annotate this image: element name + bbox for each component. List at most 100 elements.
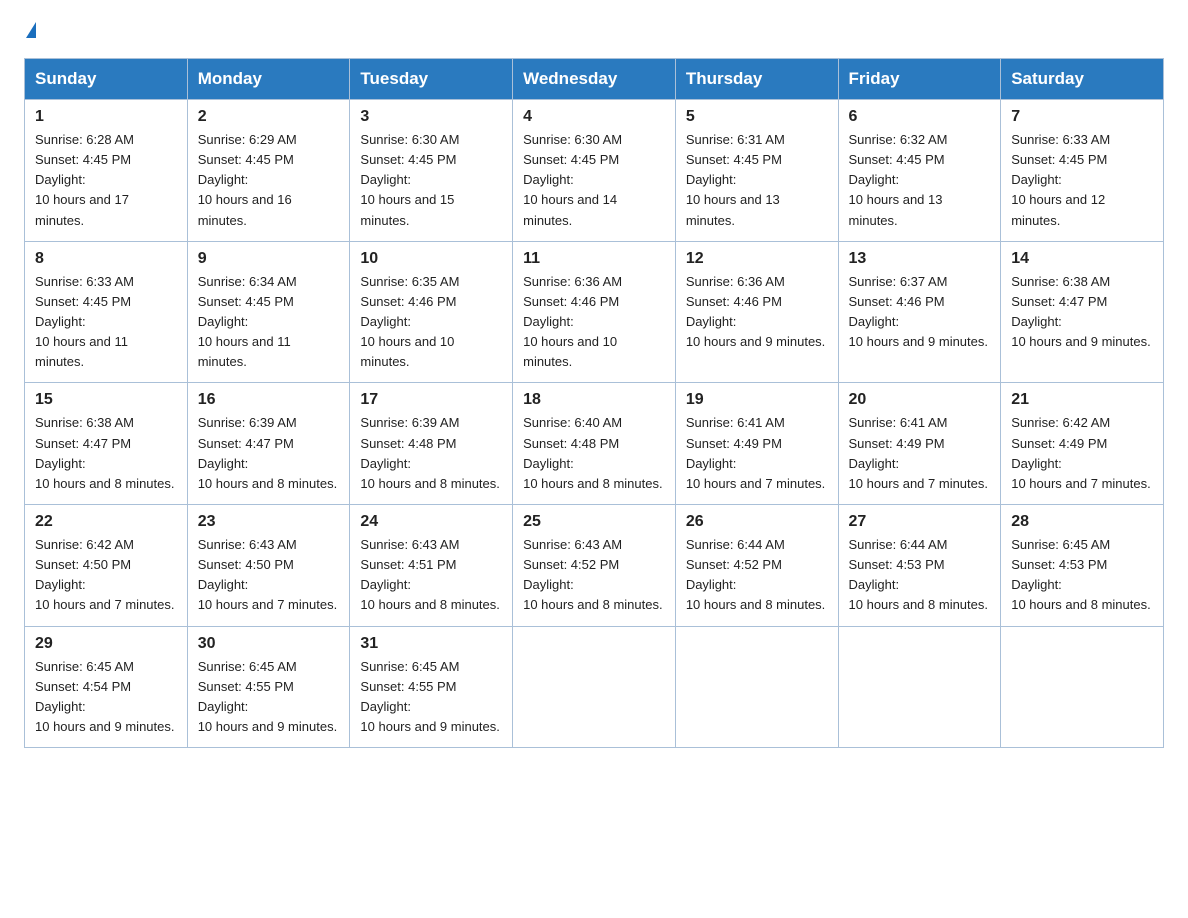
day-info: Sunrise: 6:36 AMSunset: 4:46 PMDaylight:… [523,272,665,373]
day-info: Sunrise: 6:42 AMSunset: 4:50 PMDaylight:… [35,535,177,616]
calendar-cell: 9 Sunrise: 6:34 AMSunset: 4:45 PMDaylight… [187,241,350,383]
calendar-cell: 29Sunrise: 6:45 AMSunset: 4:54 PMDayligh… [25,626,188,748]
weekday-tuesday: Tuesday [350,59,513,100]
day-number: 14 [1011,250,1153,268]
day-info: Sunrise: 6:32 AMSunset: 4:45 PMDaylight:… [849,130,991,231]
calendar-table: SundayMondayTuesdayWednesdayThursdayFrid… [24,58,1164,748]
day-number: 26 [686,513,828,531]
day-info: Sunrise: 6:38 AMSunset: 4:47 PMDaylight:… [1011,272,1153,353]
calendar-cell: 24 Sunrise: 6:43 AMSunset: 4:51 PMDayligh… [350,504,513,626]
day-number: 11 [523,250,665,268]
day-info: Sunrise: 6:39 AMSunset: 4:48 PMDaylight:… [360,413,502,494]
day-info: Sunrise: 6:29 AMSunset: 4:45 PMDaylight:… [198,130,340,231]
week-row-5: 29Sunrise: 6:45 AMSunset: 4:54 PMDayligh… [25,626,1164,748]
day-info: Sunrise: 6:45 AMSunset: 4:54 PMDaylight:… [35,657,177,738]
day-info: Sunrise: 6:33 AMSunset: 4:45 PMDaylight:… [1011,130,1153,231]
day-number: 2 [198,108,340,126]
calendar-cell: 1 Sunrise: 6:28 AMSunset: 4:45 PMDaylight… [25,100,188,242]
week-row-3: 15 Sunrise: 6:38 AMSunset: 4:47 PMDayligh… [25,383,1164,505]
day-number: 17 [360,391,502,409]
day-number: 1 [35,108,177,126]
weekday-friday: Friday [838,59,1001,100]
day-info: Sunrise: 6:28 AMSunset: 4:45 PMDaylight:… [35,130,177,231]
day-number: 3 [360,108,502,126]
day-info: Sunrise: 6:45 AMSunset: 4:55 PMDaylight:… [198,657,340,738]
calendar-cell: 4 Sunrise: 6:30 AMSunset: 4:45 PMDaylight… [513,100,676,242]
calendar-cell: 23Sunrise: 6:43 AMSunset: 4:50 PMDayligh… [187,504,350,626]
day-info: Sunrise: 6:30 AMSunset: 4:45 PMDaylight:… [360,130,502,231]
day-info: Sunrise: 6:44 AMSunset: 4:53 PMDaylight:… [849,535,991,616]
day-number: 23 [198,513,340,531]
calendar-cell: 21 Sunrise: 6:42 AMSunset: 4:49 PMDayligh… [1001,383,1164,505]
weekday-thursday: Thursday [675,59,838,100]
calendar-cell: 25 Sunrise: 6:43 AMSunset: 4:52 PMDayligh… [513,504,676,626]
day-number: 18 [523,391,665,409]
weekday-header-row: SundayMondayTuesdayWednesdayThursdayFrid… [25,59,1164,100]
logo [24,24,36,40]
day-info: Sunrise: 6:33 AMSunset: 4:45 PMDaylight:… [35,272,177,373]
calendar-cell [1001,626,1164,748]
calendar-cell: 11 Sunrise: 6:36 AMSunset: 4:46 PMDayligh… [513,241,676,383]
day-number: 13 [849,250,991,268]
week-row-1: 1 Sunrise: 6:28 AMSunset: 4:45 PMDaylight… [25,100,1164,242]
calendar-cell: 16 Sunrise: 6:39 AMSunset: 4:47 PMDayligh… [187,383,350,505]
day-info: Sunrise: 6:34 AMSunset: 4:45 PMDaylight:… [198,272,340,373]
day-info: Sunrise: 6:42 AMSunset: 4:49 PMDaylight:… [1011,413,1153,494]
weekday-monday: Monday [187,59,350,100]
day-number: 5 [686,108,828,126]
calendar-cell: 22 Sunrise: 6:42 AMSunset: 4:50 PMDayligh… [25,504,188,626]
day-info: Sunrise: 6:35 AMSunset: 4:46 PMDaylight:… [360,272,502,373]
weekday-wednesday: Wednesday [513,59,676,100]
day-info: Sunrise: 6:40 AMSunset: 4:48 PMDaylight:… [523,413,665,494]
calendar-cell: 2 Sunrise: 6:29 AMSunset: 4:45 PMDaylight… [187,100,350,242]
day-number: 16 [198,391,340,409]
day-number: 15 [35,391,177,409]
calendar-cell: 3 Sunrise: 6:30 AMSunset: 4:45 PMDaylight… [350,100,513,242]
day-number: 25 [523,513,665,531]
day-number: 28 [1011,513,1153,531]
day-info: Sunrise: 6:44 AMSunset: 4:52 PMDaylight:… [686,535,828,616]
calendar-cell: 26 Sunrise: 6:44 AMSunset: 4:52 PMDayligh… [675,504,838,626]
calendar-cell: 19Sunrise: 6:41 AMSunset: 4:49 PMDayligh… [675,383,838,505]
day-number: 31 [360,635,502,653]
day-info: Sunrise: 6:38 AMSunset: 4:47 PMDaylight:… [35,413,177,494]
day-number: 4 [523,108,665,126]
day-number: 12 [686,250,828,268]
calendar-cell: 14 Sunrise: 6:38 AMSunset: 4:47 PMDayligh… [1001,241,1164,383]
calendar-cell: 7Sunrise: 6:33 AMSunset: 4:45 PMDaylight… [1001,100,1164,242]
day-info: Sunrise: 6:30 AMSunset: 4:45 PMDaylight:… [523,130,665,231]
day-info: Sunrise: 6:43 AMSunset: 4:52 PMDaylight:… [523,535,665,616]
day-info: Sunrise: 6:45 AMSunset: 4:55 PMDaylight:… [360,657,502,738]
calendar-cell: 15 Sunrise: 6:38 AMSunset: 4:47 PMDayligh… [25,383,188,505]
calendar-cell: 27Sunrise: 6:44 AMSunset: 4:53 PMDayligh… [838,504,1001,626]
calendar-cell [513,626,676,748]
calendar-cell: 10Sunrise: 6:35 AMSunset: 4:46 PMDayligh… [350,241,513,383]
day-info: Sunrise: 6:36 AMSunset: 4:46 PMDaylight:… [686,272,828,353]
day-number: 22 [35,513,177,531]
weekday-sunday: Sunday [25,59,188,100]
week-row-2: 8 Sunrise: 6:33 AMSunset: 4:45 PMDaylight… [25,241,1164,383]
day-number: 9 [198,250,340,268]
weekday-saturday: Saturday [1001,59,1164,100]
calendar-cell: 18 Sunrise: 6:40 AMSunset: 4:48 PMDayligh… [513,383,676,505]
calendar-cell: 17 Sunrise: 6:39 AMSunset: 4:48 PMDayligh… [350,383,513,505]
calendar-cell: 6 Sunrise: 6:32 AMSunset: 4:45 PMDaylight… [838,100,1001,242]
day-number: 24 [360,513,502,531]
day-info: Sunrise: 6:41 AMSunset: 4:49 PMDaylight:… [849,413,991,494]
day-number: 21 [1011,391,1153,409]
day-info: Sunrise: 6:31 AMSunset: 4:45 PMDaylight:… [686,130,828,231]
day-number: 20 [849,391,991,409]
day-info: Sunrise: 6:39 AMSunset: 4:47 PMDaylight:… [198,413,340,494]
calendar-cell: 31 Sunrise: 6:45 AMSunset: 4:55 PMDayligh… [350,626,513,748]
calendar-cell: 30 Sunrise: 6:45 AMSunset: 4:55 PMDayligh… [187,626,350,748]
day-info: Sunrise: 6:37 AMSunset: 4:46 PMDaylight:… [849,272,991,353]
day-number: 30 [198,635,340,653]
day-number: 8 [35,250,177,268]
day-info: Sunrise: 6:43 AMSunset: 4:51 PMDaylight:… [360,535,502,616]
calendar-cell [675,626,838,748]
week-row-4: 22 Sunrise: 6:42 AMSunset: 4:50 PMDayligh… [25,504,1164,626]
calendar-cell: 5 Sunrise: 6:31 AMSunset: 4:45 PMDaylight… [675,100,838,242]
calendar-cell: 8 Sunrise: 6:33 AMSunset: 4:45 PMDaylight… [25,241,188,383]
day-info: Sunrise: 6:41 AMSunset: 4:49 PMDaylight:… [686,413,828,494]
day-number: 6 [849,108,991,126]
